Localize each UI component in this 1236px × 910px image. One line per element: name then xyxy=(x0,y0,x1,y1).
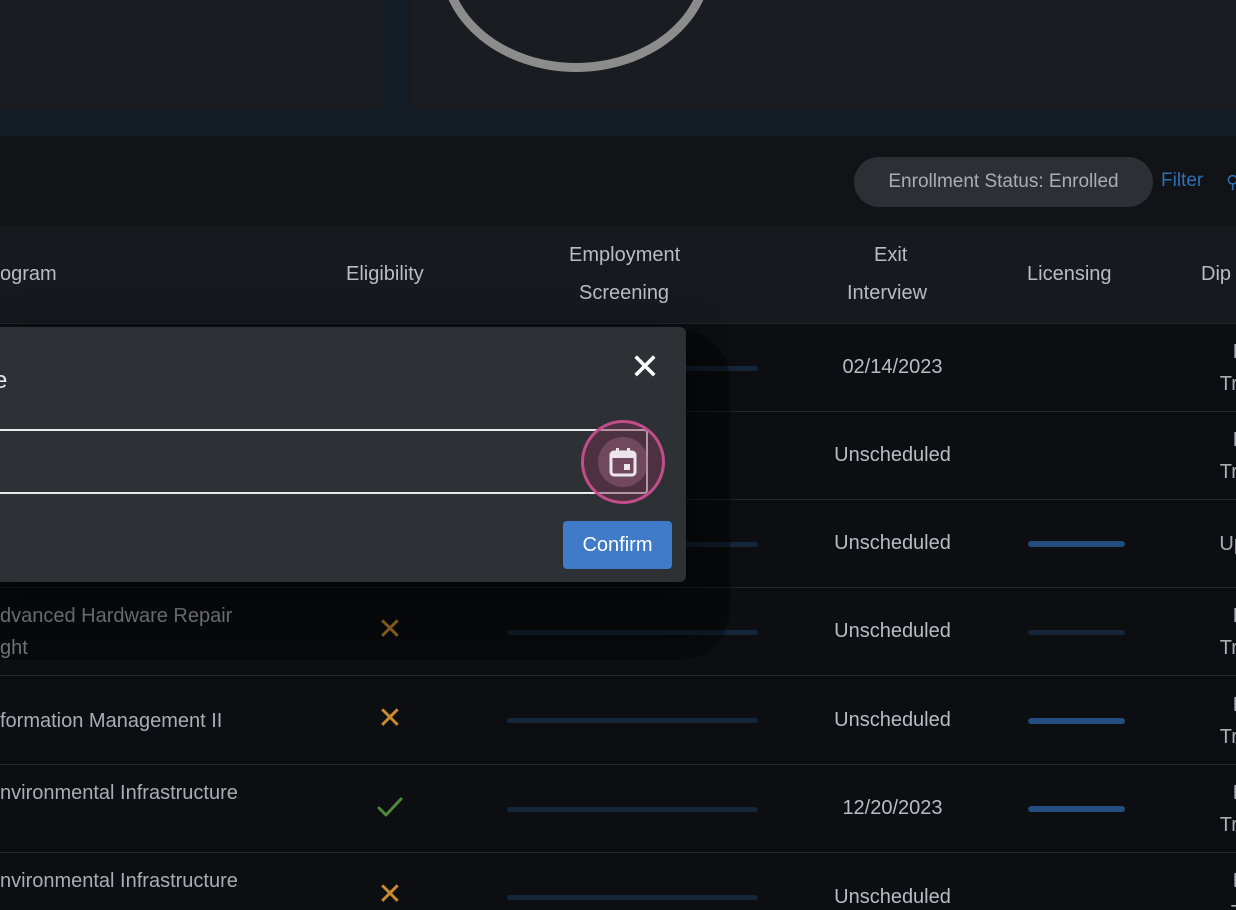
diploma-line1: N xyxy=(1180,336,1236,368)
exit-interview-cell: Unscheduled xyxy=(834,620,951,642)
diploma-line2: Tran xyxy=(1219,726,1236,748)
table-header: ogram Eligibility Employment Screening E… xyxy=(0,226,1236,324)
exit-interview-cell: Unscheduled xyxy=(834,532,951,554)
program-cell: nvironmental Infrastructure xyxy=(0,870,238,892)
employment-progress-bar xyxy=(507,807,758,812)
summary-card-right xyxy=(410,0,1236,110)
diploma-line1: Uplo xyxy=(1219,533,1236,555)
diploma-cell: N Tran xyxy=(1180,689,1236,753)
date-input[interactable] xyxy=(0,429,648,494)
table-row[interactable]: nvironmental Infrastructure 12/20/2023 N… xyxy=(0,765,1236,853)
diploma-line1: N xyxy=(1180,777,1236,809)
header-employment-line1[interactable]: Employment xyxy=(569,236,680,274)
diploma-line2: Tr xyxy=(1180,897,1236,910)
header-licensing[interactable]: Licensing xyxy=(1027,255,1112,293)
program-cell: formation Management II xyxy=(0,710,223,732)
eligible-check-icon xyxy=(377,797,403,817)
diploma-line1: N xyxy=(1180,600,1236,632)
table-row[interactable]: formation Management II ✕ Unscheduled N … xyxy=(0,677,1236,765)
header-exit-line2: Interview xyxy=(847,282,928,304)
employment-progress-bar xyxy=(507,718,758,723)
dialog-title: e xyxy=(0,367,8,394)
diploma-cell: N Tran xyxy=(1180,424,1236,488)
header-eligibility[interactable]: Eligibility xyxy=(346,255,424,293)
diploma-line2: Tran xyxy=(1219,814,1236,836)
header-employment-line2: Screening xyxy=(579,282,670,304)
enrollment-status-chip[interactable]: Enrollment Status: Enrolled xyxy=(854,157,1153,207)
close-icon[interactable]: ✕ xyxy=(625,347,665,387)
summary-card-left xyxy=(0,0,383,110)
diploma-line1: N xyxy=(1180,424,1236,456)
diploma-line2: Tran xyxy=(1219,637,1236,659)
header-exit-line1[interactable]: Exit xyxy=(874,236,907,274)
exit-interview-cell: Unscheduled xyxy=(834,709,951,731)
filter-link[interactable]: Filter xyxy=(1161,170,1203,192)
exit-interview-cell: Unscheduled xyxy=(834,444,951,466)
exit-interview-cell: 02/14/2023 xyxy=(842,356,943,378)
calendar-button[interactable] xyxy=(581,420,665,504)
diploma-line1: N xyxy=(1180,689,1236,721)
diploma-cell: N Tran xyxy=(1180,336,1236,400)
filter-icon[interactable]: ⚲ xyxy=(1226,172,1236,193)
diploma-cell: N Tran xyxy=(1180,777,1236,841)
ineligible-x-icon: ✕ xyxy=(377,878,403,910)
diploma-line2: Tran xyxy=(1219,373,1236,395)
header-diploma[interactable]: Dip xyxy=(1201,255,1231,293)
calendar-icon xyxy=(609,448,637,477)
diploma-cell: N Tr xyxy=(1180,865,1236,910)
program-cell: nvironmental Infrastructure xyxy=(0,782,238,804)
exit-interview-cell: Unscheduled xyxy=(834,886,951,908)
employment-progress-bar xyxy=(507,895,758,900)
exit-interview-cell: 12/20/2023 xyxy=(842,797,943,819)
licensing-progress-bar xyxy=(1028,718,1125,724)
table-row[interactable]: nvironmental Infrastructure ✕ Unschedule… xyxy=(0,853,1236,910)
licensing-progress-bar xyxy=(1028,541,1125,547)
confirm-button[interactable]: Confirm xyxy=(563,521,672,569)
header-program[interactable]: ogram xyxy=(0,255,57,293)
gauge-ring xyxy=(440,0,712,72)
diploma-line1: N xyxy=(1180,865,1236,897)
licensing-progress-bar xyxy=(1028,806,1125,812)
ineligible-x-icon: ✕ xyxy=(377,702,403,735)
diploma-cell: Uplo xyxy=(1180,528,1236,560)
diploma-line2: Tran xyxy=(1219,461,1236,483)
diploma-cell: N Tran xyxy=(1180,600,1236,664)
licensing-progress-bar xyxy=(1028,630,1125,635)
